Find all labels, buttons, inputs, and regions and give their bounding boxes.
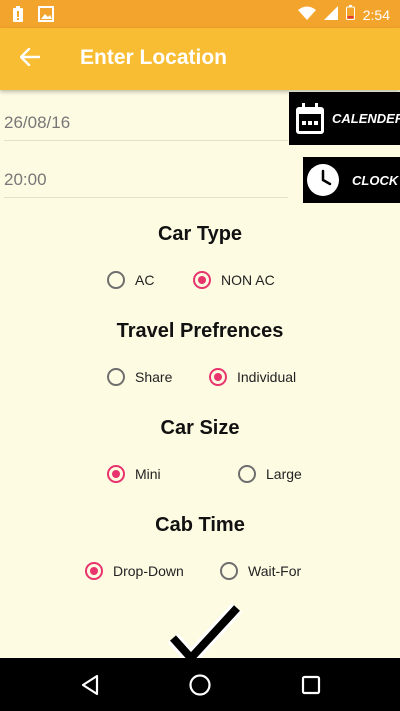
home-circle-icon[interactable] xyxy=(187,672,213,698)
radio-label: Mini xyxy=(135,466,161,482)
time-field[interactable] xyxy=(4,163,288,198)
clock-button-label: CLOCK xyxy=(352,172,399,188)
status-time: 2:54 xyxy=(362,7,390,23)
radio-circle xyxy=(107,465,125,483)
navigation-bar xyxy=(0,658,400,711)
radio-drop-down[interactable]: Drop-Down xyxy=(85,562,184,580)
travel-preferences-heading: Travel Prefrences xyxy=(116,320,284,342)
radio-circle xyxy=(238,465,256,483)
radio-wait-for[interactable]: Wait-For xyxy=(220,562,301,580)
status-bar: 2:54 xyxy=(0,0,400,28)
radio-circle xyxy=(107,271,125,289)
car-type-heading: Car Type xyxy=(157,223,243,245)
radio-ac[interactable]: AC xyxy=(107,271,154,289)
signal-icon xyxy=(323,5,338,25)
recents-square-icon[interactable] xyxy=(298,672,324,698)
radio-circle xyxy=(209,368,227,386)
clock-button[interactable]: CLOCK xyxy=(303,157,400,203)
radio-circle xyxy=(85,562,103,580)
clock-icon xyxy=(306,163,340,197)
page-title: Enter Location xyxy=(80,46,228,69)
radio-circle xyxy=(193,271,211,289)
car-size-heading: Car Size xyxy=(160,417,240,439)
radio-label: Share xyxy=(135,369,173,385)
radio-large[interactable]: Large xyxy=(238,465,302,483)
calendar-button-label: CALENDER xyxy=(332,111,400,126)
radio-label: AC xyxy=(135,272,155,288)
radio-individual[interactable]: Individual xyxy=(209,368,296,386)
calendar-button[interactable]: CALENDER xyxy=(289,92,400,145)
back-button[interactable] xyxy=(14,43,46,75)
calendar-icon xyxy=(294,102,326,136)
radio-share[interactable]: Share xyxy=(107,368,172,386)
radio-label: Large xyxy=(266,466,302,482)
battery-low-icon xyxy=(345,5,355,25)
submit-button[interactable] xyxy=(165,603,245,669)
wifi-icon xyxy=(297,6,316,25)
radio-label: Individual xyxy=(237,369,297,385)
cab-time-heading: Cab Time xyxy=(155,514,245,536)
radio-mini[interactable]: Mini xyxy=(107,465,161,483)
back-triangle-icon[interactable] xyxy=(77,672,103,698)
radio-circle xyxy=(220,562,238,580)
image-icon xyxy=(38,6,54,22)
battery-alert-icon xyxy=(10,6,26,22)
app-bar: Enter Location xyxy=(0,28,400,90)
radio-non-ac[interactable]: NON AC xyxy=(193,271,275,289)
arrow-left-icon xyxy=(19,47,41,71)
date-field[interactable] xyxy=(4,106,288,141)
radio-circle xyxy=(107,368,125,386)
radio-label: NON AC xyxy=(221,272,275,288)
radio-label: Wait-For xyxy=(248,563,302,579)
radio-label: Drop-Down xyxy=(113,563,184,579)
